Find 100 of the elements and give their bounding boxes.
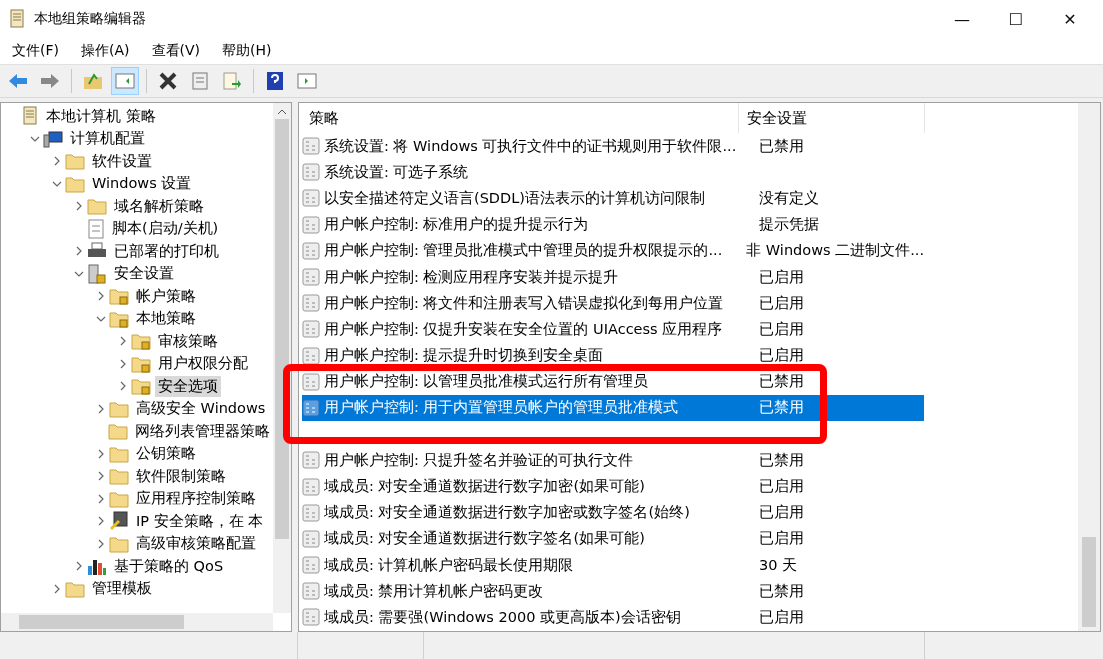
tree-item[interactable]: 计算机配置	[67, 128, 148, 150]
table-row[interactable]: 域成员: 对安全通道数据进行数字加密(如果可能) 已启用	[302, 473, 924, 500]
table-row[interactable]: 用户帐户控制: 标准用户的提升提示行为 提示凭据	[302, 211, 924, 238]
table-row[interactable]: 域成员: 计算机帐户密码最长使用期限 30 天	[302, 552, 924, 579]
tree-item[interactable]: Windows 设置	[89, 173, 195, 195]
locked-folder-icon	[131, 332, 151, 351]
chevron-right-icon[interactable]	[74, 561, 84, 572]
chevron-right-icon[interactable]	[118, 358, 128, 369]
menu-item[interactable]: 文件(F)	[4, 40, 67, 62]
chevron-right-icon[interactable]	[118, 336, 128, 347]
folder-icon	[109, 467, 129, 486]
locked-folder-icon	[131, 377, 151, 396]
chevron-right-icon[interactable]	[96, 403, 106, 414]
policy-icon	[302, 372, 320, 391]
tree-item[interactable]: 脚本(启动/关机)	[109, 218, 222, 240]
table-row[interactable]: 以安全描述符定义语言(SDDL)语法表示的计算机访问限制 没有定义	[302, 185, 924, 212]
table-row[interactable]: 用户帐户控制: 只提升签名并验证的可执行文件 已禁用	[302, 447, 924, 474]
table-row[interactable]: 用户帐户控制: 检测应用程序安装并提示提升 已启用	[302, 263, 924, 291]
console-tree-icon	[115, 73, 135, 89]
chevron-right-icon[interactable]	[96, 291, 106, 302]
tree-item[interactable]: 安全选项	[155, 375, 221, 397]
folder-up-icon	[83, 72, 103, 90]
policy-icon	[302, 320, 320, 339]
policy-name: 域成员: 禁用计算机帐户密码更改	[323, 581, 545, 601]
policy-icon	[302, 582, 320, 601]
scrollbar[interactable]	[273, 103, 291, 613]
policy-name: 域成员: 需要强(Windows 2000 或更高版本)会话密钥	[323, 607, 682, 627]
tree-item[interactable]: 本地计算机 策略	[43, 105, 159, 127]
locked-server-icon	[87, 263, 107, 284]
table-row[interactable]: 用户帐户控制: 管理员批准模式中管理员的提升权限提示的... 非 Windows 二进制文件...	[302, 237, 924, 264]
tree-item[interactable]: 公钥策略	[133, 443, 199, 465]
scrollbar[interactable]	[1078, 103, 1100, 631]
chevron-right-icon[interactable]	[52, 583, 62, 594]
tree-item[interactable]: 高级审核策略配置	[133, 533, 259, 555]
tree-item[interactable]: 软件限制策略	[133, 465, 229, 487]
back-arrow-icon	[8, 73, 28, 89]
chevron-right-icon[interactable]	[96, 516, 106, 527]
policy-icon	[302, 451, 320, 470]
policy-icon	[302, 556, 320, 575]
tree-item[interactable]: 软件设置	[89, 150, 155, 172]
policy-name: 用户帐户控制: 仅提升安装在安全位置的 UIAccess 应用程序	[323, 319, 724, 339]
action-pane-icon	[297, 73, 317, 89]
minimize-button[interactable]: —	[939, 0, 985, 38]
menu-item[interactable]: 查看(V)	[143, 40, 208, 62]
table-row[interactable]: 系统设置: 将 Windows 可执行文件中的证书规则用于软件限... 已禁用	[302, 133, 924, 160]
column-header[interactable]: 安全设置	[739, 103, 925, 133]
tree-item[interactable]: 域名解析策略	[111, 195, 207, 217]
chevron-right-icon[interactable]	[74, 246, 84, 257]
folder-icon	[65, 579, 85, 598]
tree-item[interactable]: 应用程序控制策略	[133, 488, 259, 510]
policy-icon	[302, 163, 320, 182]
tree-item[interactable]: 安全设置	[111, 263, 177, 285]
table-row[interactable]: 用户帐户控制: 仅提升安装在安全位置的 UIAccess 应用程序 已启用	[302, 316, 924, 343]
folder-icon	[108, 422, 128, 441]
chevron-right-icon[interactable]	[74, 201, 84, 212]
folder-icon	[109, 534, 129, 553]
table-row[interactable]: 域成员: 禁用计算机帐户密码更改 已禁用	[302, 578, 924, 605]
policy-name: 系统设置: 将 Windows 可执行文件中的证书规则用于软件限...	[323, 136, 738, 156]
table-row[interactable]: 域成员: 需要强(Windows 2000 或更高版本)会话密钥 已启用	[302, 604, 924, 631]
tree-item[interactable]: 高级安全 Windows	[133, 398, 269, 420]
menu-item[interactable]: 帮助(H)	[214, 40, 280, 62]
table-row[interactable]: 用户帐户控制: 用于内置管理员帐户的管理员批准模式 已禁用	[302, 394, 924, 422]
policy-name: 用户帐户控制: 只提升签名并验证的可执行文件	[323, 450, 635, 470]
policy-name: 用户帐户控制: 将文件和注册表写入错误虚拟化到每用户位置	[323, 293, 725, 313]
policy-icon	[302, 137, 320, 156]
tree-item[interactable]: 已部署的打印机	[111, 240, 222, 262]
tree-item[interactable]: 帐户策略	[133, 285, 199, 307]
scroll-up-icon[interactable]	[277, 109, 287, 115]
table-row[interactable]: 用户帐户控制: 将文件和注册表写入错误虚拟化到每用户位置 已启用	[302, 290, 924, 317]
close-button[interactable]: ✕	[1047, 0, 1093, 38]
chevron-right-icon[interactable]	[118, 381, 128, 392]
chevron-right-icon[interactable]	[52, 156, 62, 167]
tree-item[interactable]: 基于策略的 QoS	[111, 555, 227, 577]
table-row[interactable]: 域成员: 对安全通道数据进行数字加密或数字签名(始终) 已启用	[302, 499, 924, 526]
folder-icon	[109, 444, 129, 463]
chevron-right-icon[interactable]	[96, 538, 106, 549]
tree-item[interactable]: 本地策略	[133, 308, 199, 330]
tree-item[interactable]: 管理模板	[89, 578, 155, 600]
export-list-icon	[222, 72, 242, 90]
tree-item[interactable]: 网络列表管理器策略	[132, 420, 273, 442]
locked-folder-icon	[109, 287, 129, 306]
table-row[interactable]: 系统设置: 可选子系统	[302, 159, 924, 186]
menu-item[interactable]: 操作(A)	[73, 40, 138, 62]
chevron-right-icon[interactable]	[96, 493, 106, 504]
security-setting: 已启用	[758, 267, 804, 287]
security-setting: 30 天	[758, 555, 798, 575]
table-row[interactable]: 域成员: 对安全通道数据进行数字签名(如果可能) 已启用	[302, 525, 924, 552]
tree-item[interactable]: 审核策略	[155, 330, 221, 352]
maximize-button[interactable]: ☐	[993, 0, 1039, 38]
computer-icon	[43, 129, 63, 148]
tree-item[interactable]: 用户权限分配	[155, 353, 251, 375]
policy-icon	[302, 477, 320, 496]
scroll-icon	[8, 9, 26, 29]
chevron-right-icon[interactable]	[96, 471, 106, 482]
column-header[interactable]: 策略	[299, 103, 739, 133]
tree-item[interactable]: IP 安全策略，在 本	[133, 510, 267, 532]
policy-icon	[302, 241, 320, 260]
folder-icon	[65, 174, 85, 193]
chevron-right-icon[interactable]	[96, 448, 106, 459]
scrollbar[interactable]	[1, 613, 273, 631]
